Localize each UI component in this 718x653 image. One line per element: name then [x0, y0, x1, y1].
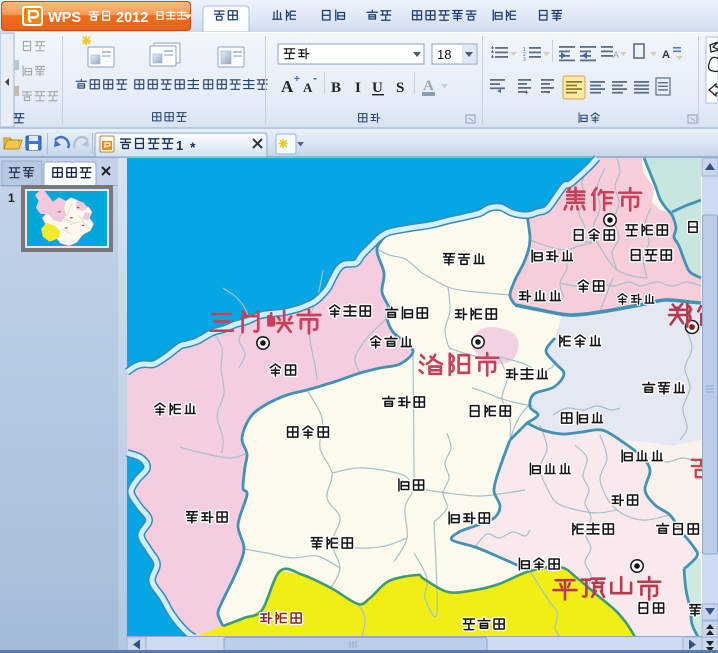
svg-text:A: A [281, 77, 294, 96]
svg-text:WPS: WPS [48, 10, 81, 26]
svg-text:-: - [313, 71, 317, 85]
svg-text:I: I [355, 80, 361, 96]
svg-text:A: A [423, 78, 434, 94]
svg-text:A: A [303, 80, 313, 95]
svg-text:+: + [294, 74, 300, 85]
svg-text:3: 3 [523, 57, 526, 63]
svg-text:+: + [524, 88, 529, 97]
svg-text:18: 18 [437, 47, 451, 62]
svg-text:B: B [331, 80, 341, 96]
svg-text:U: U [372, 80, 383, 96]
svg-text:1: 1 [176, 138, 183, 153]
svg-text:1: 1 [8, 191, 15, 205]
svg-text:S: S [396, 80, 404, 96]
svg-text:2012: 2012 [116, 10, 148, 26]
svg-text:A: A [613, 50, 619, 60]
svg-text:*: * [190, 139, 196, 155]
svg-text:A: A [662, 49, 670, 61]
svg-text:-: - [547, 88, 550, 97]
